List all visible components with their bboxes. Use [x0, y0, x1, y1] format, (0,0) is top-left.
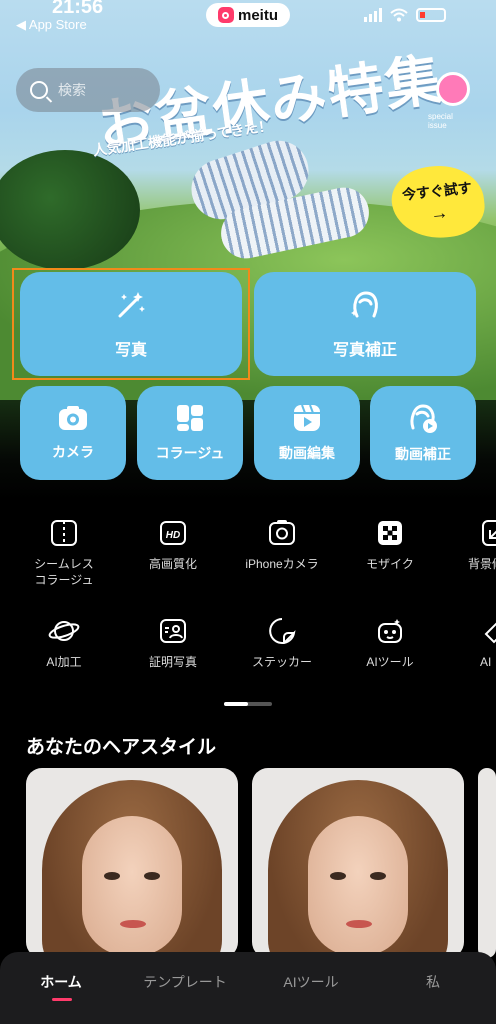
video-retouch-icon	[410, 404, 437, 433]
id-photo-icon	[160, 619, 186, 643]
meitu-logo-icon	[217, 7, 234, 23]
banner-badge: special issue	[428, 112, 453, 130]
camera-button[interactable]: カメラ	[20, 386, 126, 480]
iphone-camera-icon	[269, 520, 295, 545]
bottom-tab-bar: ホーム テンプレート AIツール 私	[0, 952, 496, 1024]
seamless-collage-icon	[51, 520, 77, 546]
eraser-icon	[484, 622, 496, 644]
collage-icon	[177, 405, 203, 431]
hairstyle-card[interactable]	[252, 768, 464, 958]
portrait-eye	[104, 872, 120, 880]
sticker-label: ステッカー	[251, 655, 312, 669]
search-icon	[30, 81, 48, 99]
svg-text:HD: HD	[166, 530, 180, 541]
seamless-collage-label: シームレス コラージュ	[34, 557, 94, 587]
try-now-label: 今すぐ試す	[401, 178, 473, 203]
mosaic-label: モザイク	[366, 557, 414, 571]
tool-background[interactable]: 背景修	[444, 518, 496, 572]
status-bar: 21:56 ◀ App Store meitu	[0, 0, 496, 34]
tab-ai-tools[interactable]: AIツール	[256, 972, 366, 992]
tool-iphone-camera[interactable]: iPhoneカメラ	[232, 518, 332, 572]
video-edit-label: 動画編集	[279, 445, 335, 461]
portrait-retouch-icon	[351, 291, 378, 318]
tool-hd[interactable]: HD 高画質化	[123, 518, 223, 572]
portrait-face	[308, 816, 408, 956]
video-retouch-button[interactable]: 動画補正	[370, 386, 476, 480]
video-retouch-label: 動画補正	[395, 446, 451, 462]
cellular-signal-icon	[364, 8, 382, 22]
portrait-lips	[346, 920, 372, 928]
brand-name: meitu	[237, 6, 278, 24]
planet-icon	[48, 621, 80, 641]
video-edit-button[interactable]: 動画編集	[254, 386, 360, 480]
collage-button[interactable]: コラージュ	[137, 386, 243, 480]
portrait-lips	[120, 920, 146, 928]
hd-icon: HD	[160, 521, 186, 545]
hairstyle-card[interactable]	[26, 768, 238, 958]
tool-ai-tools[interactable]: AIツール	[340, 616, 440, 670]
ai-edit-label: AI加工	[46, 655, 82, 669]
camera-icon	[59, 406, 87, 430]
collage-label: コラージュ	[155, 445, 225, 461]
id-photo-label: 証明写真	[148, 655, 197, 669]
camera-label: カメラ	[52, 444, 94, 460]
robot-icon	[378, 619, 402, 643]
magic-wand-icon	[118, 292, 145, 318]
status-indicators	[364, 8, 446, 22]
photo-edit-button[interactable]: 写真	[20, 272, 242, 376]
photo-edit-label: 写真	[114, 342, 147, 359]
video-edit-icon	[294, 404, 320, 431]
battery-icon	[416, 8, 446, 22]
search-input[interactable]	[58, 82, 138, 98]
mosaic-icon	[378, 521, 402, 545]
tool-seamless-collage[interactable]: シームレス コラージュ	[14, 518, 114, 588]
back-to-app-store-link[interactable]: ◀ App Store	[16, 17, 87, 33]
photo-retouch-label: 写真補正	[332, 342, 397, 359]
hairstyle-card[interactable]	[478, 768, 496, 958]
tool-ai-eraser[interactable]: AI	[444, 616, 496, 670]
portrait-eye	[370, 872, 386, 880]
hairstyle-section-title: あなたのヘアスタイル	[26, 737, 217, 758]
photo-retouch-button[interactable]: 写真補正	[254, 272, 476, 376]
tool-ai-edit[interactable]: AI加工	[14, 616, 114, 670]
sticker-icon	[269, 618, 296, 645]
portrait-face	[82, 816, 182, 956]
banner-illustration	[170, 132, 400, 264]
ai-tools-label: AIツール	[366, 655, 414, 669]
tool-sticker[interactable]: ステッカー	[232, 616, 332, 670]
iphone-camera-label: iPhoneカメラ	[245, 557, 319, 571]
ai-eraser-label: AI	[480, 655, 492, 669]
portrait-eye	[144, 872, 160, 880]
search-bar[interactable]	[16, 68, 160, 112]
portrait-eye	[330, 872, 346, 880]
tab-templates[interactable]: テンプレート	[130, 972, 240, 992]
background-label: 背景修	[468, 557, 496, 571]
arrow-right-icon: →	[429, 201, 450, 224]
background-icon	[482, 520, 496, 546]
tool-id-photo[interactable]: 証明写真	[123, 616, 223, 670]
tab-me[interactable]: 私	[378, 972, 488, 992]
tool-mosaic[interactable]: モザイク	[340, 518, 440, 572]
smile-sticker-icon	[436, 72, 470, 106]
wifi-icon	[390, 8, 408, 22]
active-tab-indicator	[52, 998, 72, 1001]
hd-label: 高画質化	[148, 557, 197, 571]
tab-home[interactable]: ホーム	[6, 972, 116, 992]
tools-page-indicator	[224, 702, 272, 706]
brand-badge: meitu	[206, 3, 290, 27]
